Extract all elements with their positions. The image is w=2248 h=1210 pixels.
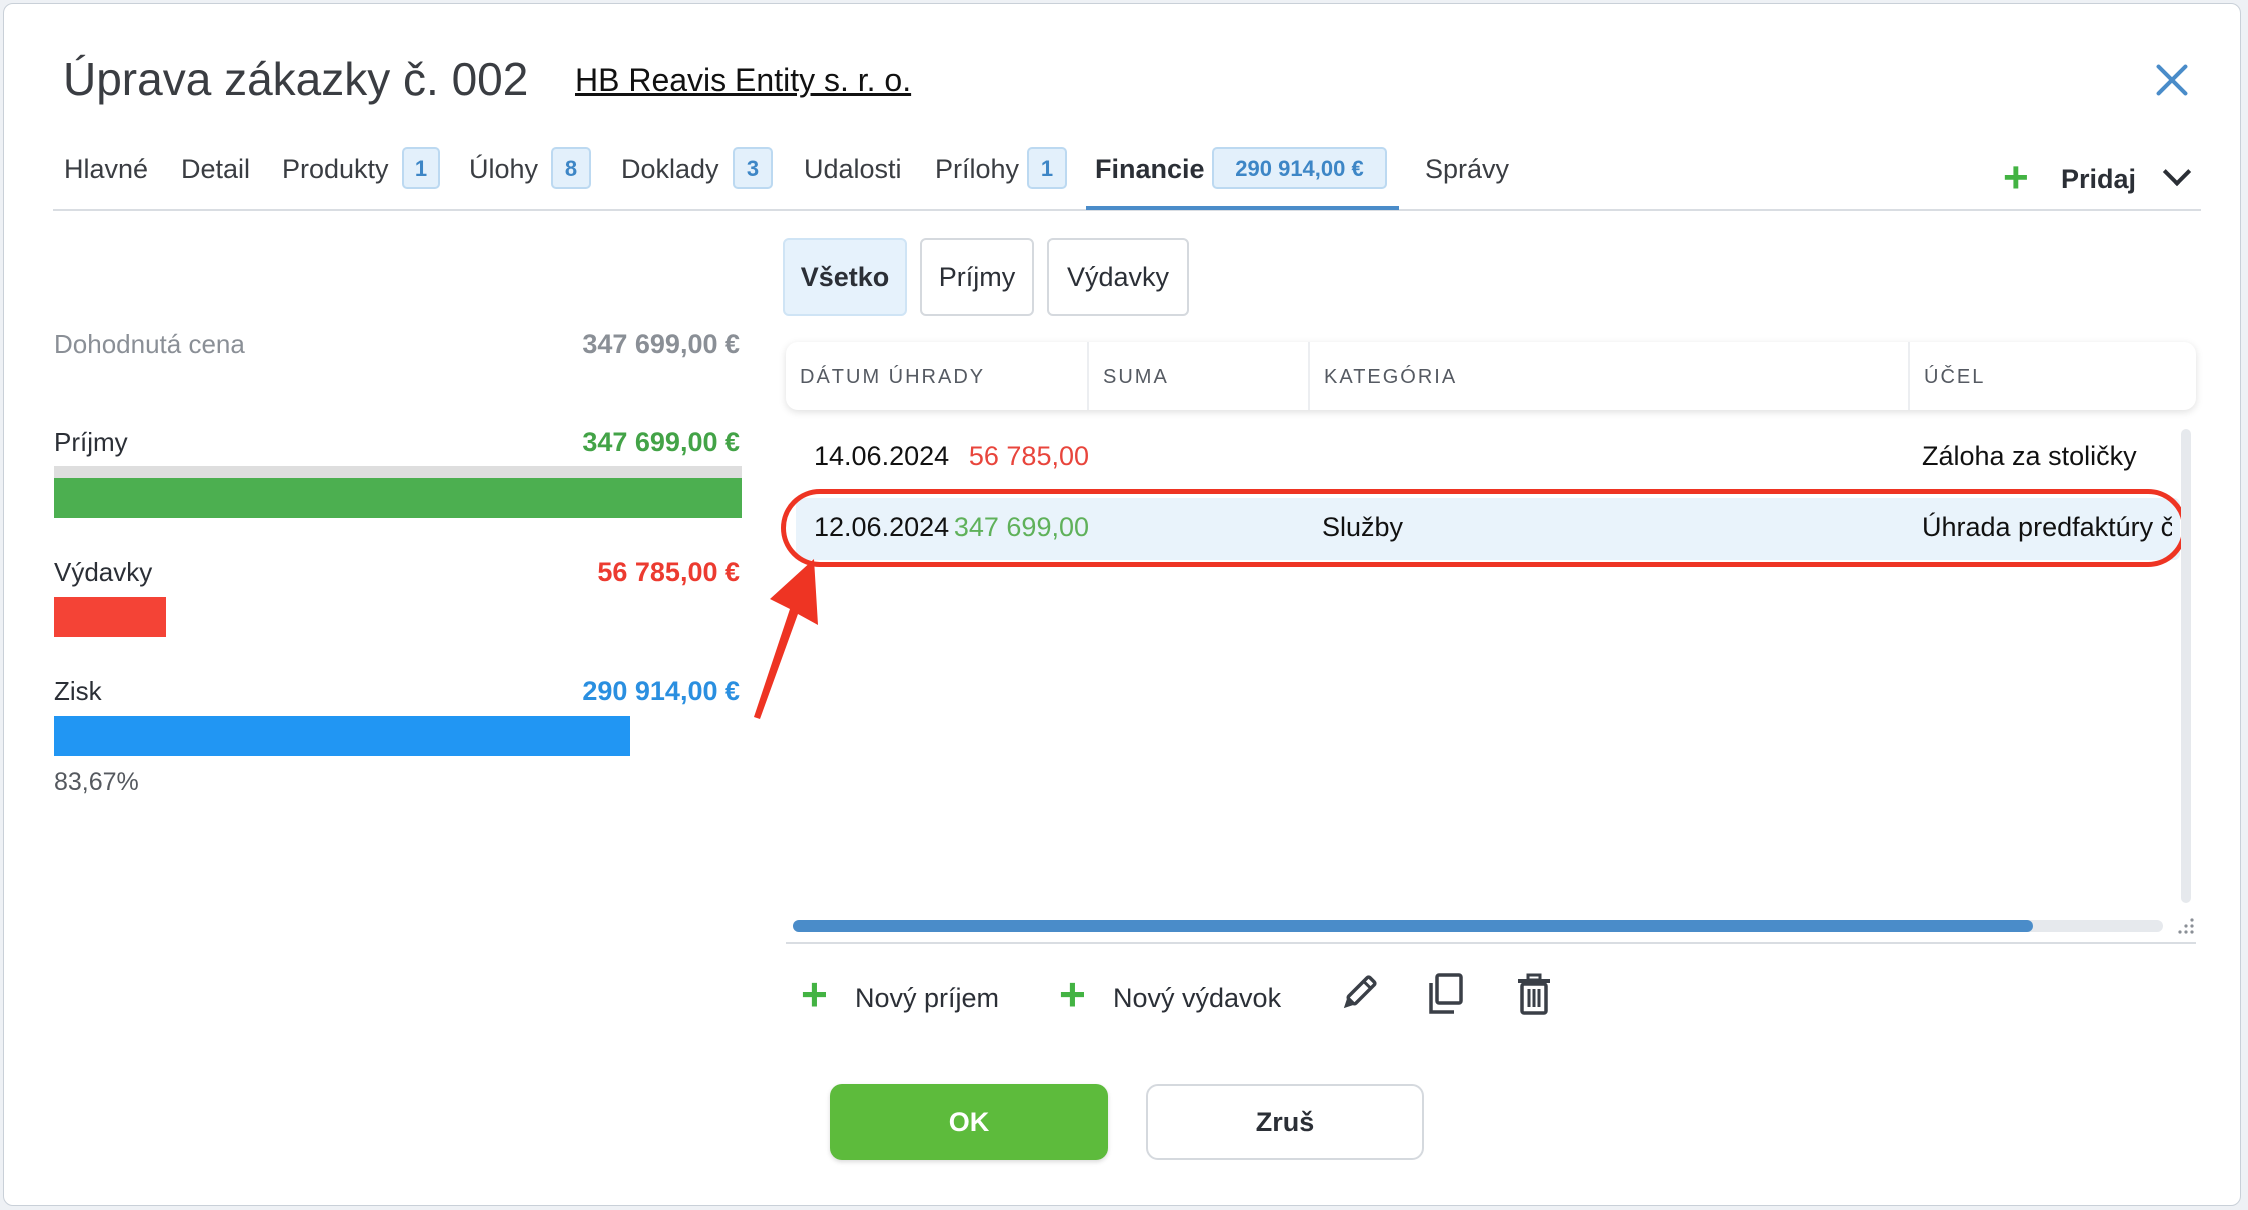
income-value: 347 699,00 € [582, 427, 740, 457]
plus-icon: + [1059, 968, 1086, 1020]
column-header-date[interactable]: DÁTUM ÚHRADY [800, 366, 985, 389]
row-amount: 347 699,00 [953, 512, 1089, 542]
row-amount: 56 785,00 [968, 441, 1089, 471]
tab-udalosti[interactable]: Udalosti [804, 154, 902, 185]
new-income-label: Nový príjem [855, 983, 1000, 1013]
tab-ulohy-badge: 8 [551, 147, 591, 189]
table-row[interactable]: 12.06.2024 347 699,00 Služby Úhrada pred… [796, 498, 2180, 560]
column-separator [1908, 342, 1910, 410]
tab-produkty-badge: 1 [402, 147, 440, 189]
row-purpose: Úhrada predfaktúry č [1922, 512, 2172, 542]
add-menu-button[interactable]: + Pridaj [2003, 156, 2223, 200]
expense-label: Výdavky [54, 557, 153, 587]
close-icon[interactable] [2154, 62, 2190, 98]
tab-doklady[interactable]: Doklady [621, 154, 719, 185]
annotation-arrow [754, 559, 818, 719]
expense-bar [54, 597, 166, 637]
profit-bar [54, 716, 630, 756]
filter-expense-button[interactable]: Výdavky [1047, 238, 1189, 316]
tab-hlavne[interactable]: Hlavné [64, 154, 148, 185]
income-bar-track [54, 466, 742, 478]
filter-all-button[interactable]: Všetko [783, 238, 907, 316]
agreed-price-value: 347 699,00 € [582, 329, 740, 359]
new-expense-label: Nový výdavok [1113, 983, 1282, 1013]
income-label: Príjmy [54, 427, 128, 457]
cancel-button[interactable]: Zruš [1146, 1084, 1424, 1160]
profit-label: Zisk [54, 676, 102, 706]
column-header-category[interactable]: KATEGÓRIA [1324, 366, 1457, 389]
trash-icon[interactable] [1512, 972, 1556, 1016]
table-header: DÁTUM ÚHRADY SUMA KATEGÓRIA ÚČEL [786, 342, 2196, 410]
filter-income-button[interactable]: Príjmy [920, 238, 1034, 316]
table-bottom-divider [786, 942, 2196, 944]
copy-icon[interactable] [1424, 972, 1468, 1016]
ok-button[interactable]: OK [830, 1084, 1108, 1160]
client-link[interactable]: HB Reavis Entity s. r. o. [575, 62, 911, 99]
new-income-button[interactable]: + Nový príjem [801, 968, 1011, 1020]
column-header-amount[interactable]: SUMA [1103, 366, 1169, 389]
add-menu-label: Pridaj [2061, 164, 2137, 194]
column-separator [1087, 342, 1089, 410]
tab-financie[interactable]: Financie [1095, 154, 1205, 185]
dialog-title: Úprava zákazky č. 002 [63, 53, 529, 105]
plus-icon: + [2003, 153, 2029, 202]
edit-order-dialog: Úprava zákazky č. 002 HB Reavis Entity s… [3, 3, 2241, 1206]
active-tab-indicator [1086, 206, 1399, 210]
tab-doklady-badge: 3 [733, 147, 773, 189]
row-date: 14.06.2024 [814, 441, 950, 471]
column-separator [1308, 342, 1310, 410]
row-date: 12.06.2024 [814, 512, 950, 542]
tab-financie-badge: 290 914,00 € [1212, 147, 1387, 189]
income-bar [54, 478, 742, 518]
vertical-scrollbar[interactable] [2181, 429, 2191, 903]
row-purpose: Záloha za stoličky [1922, 441, 2137, 471]
plus-icon: + [801, 968, 828, 1020]
row-category: Služby [1322, 512, 1404, 542]
profit-value: 290 914,00 € [582, 676, 740, 706]
horizontal-scrollbar[interactable] [793, 920, 2033, 932]
new-expense-button[interactable]: + Nový výdavok [1059, 968, 1299, 1020]
chevron-down-icon [2162, 157, 2192, 187]
agreed-price-label: Dohodnutá cena [54, 329, 245, 359]
tab-ulohy[interactable]: Úlohy [469, 154, 538, 185]
expense-value: 56 785,00 € [597, 557, 740, 587]
tab-prilohy-badge: 1 [1027, 147, 1067, 189]
tab-spravy[interactable]: Správy [1425, 154, 1509, 185]
resize-grip-icon[interactable] [2174, 914, 2196, 936]
tab-detail[interactable]: Detail [181, 154, 250, 185]
profit-percent: 83,67% [54, 768, 139, 796]
tab-prilohy[interactable]: Prílohy [935, 154, 1019, 185]
table-row[interactable]: 14.06.2024 56 785,00 Záloha za stoličky [796, 427, 2180, 489]
tab-produkty[interactable]: Produkty [282, 154, 389, 185]
pencil-icon[interactable] [1336, 972, 1380, 1016]
column-header-purpose[interactable]: ÚČEL [1924, 366, 1985, 389]
